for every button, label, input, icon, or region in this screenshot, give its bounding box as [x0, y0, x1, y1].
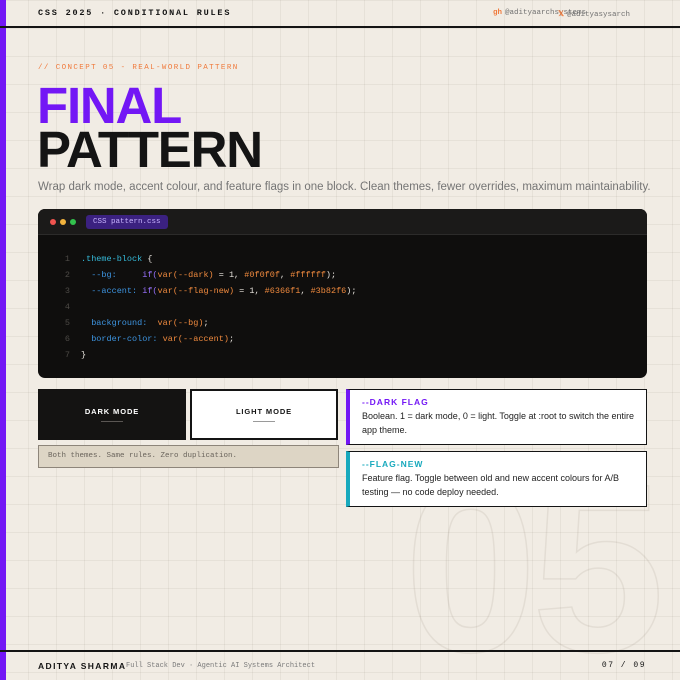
x-handle[interactable]: 𝕏 @adityasysarch [558, 9, 630, 19]
themes-note: Both themes. Same rules. Zero duplicatio… [38, 445, 339, 468]
code-line: 1 .theme-block { [38, 251, 647, 267]
code-token: , [279, 270, 291, 280]
line-code: background: var(--bg); [81, 315, 209, 331]
dark-mode-preview: DARK MODE [38, 389, 186, 440]
code-token: var(--accent) [162, 334, 229, 344]
line-code: --accent: if(var(--flag-new) = 1, #6366f… [81, 283, 357, 299]
code-window: CSS pattern.css 1 .theme-block {2 --bg: i… [38, 209, 647, 378]
code-line: 6 border-color: var(--accent); [38, 331, 647, 347]
line-code: } [81, 347, 86, 363]
code-token: background: [81, 318, 148, 328]
line-number: 5 [64, 318, 70, 328]
line-number: 3 [64, 286, 70, 296]
code-titlebar: CSS pattern.css [38, 209, 647, 235]
code-token: = 1, [234, 286, 265, 296]
code-token: #3b82f6 [310, 286, 347, 296]
line-number: 4 [64, 302, 70, 312]
code-body: 1 .theme-block {2 --bg: if(var(--dark) = … [38, 235, 647, 363]
x-handle-text: @adityasysarch [567, 11, 631, 19]
code-line: 3 --accent: if(var(--flag-new) = 1, #636… [38, 283, 647, 299]
light-mode-divider [253, 421, 275, 422]
page-indicator: 07 / 09 [601, 661, 646, 670]
code-token: ); [346, 286, 357, 296]
light-mode-preview: LIGHT MODE [190, 389, 338, 440]
code-token: #6366f1 [264, 286, 301, 296]
dark-mode-divider [101, 421, 123, 422]
code-token: { [142, 254, 153, 264]
line-number: 6 [64, 334, 70, 344]
dark-flag-card: --DARK FLAG Boolean. 1 = dark mode, 0 = … [346, 389, 647, 445]
github-icon: gh [493, 9, 503, 17]
code-token: #0f0f0f [244, 270, 280, 280]
title-main: PATTERN [37, 121, 263, 178]
code-line: 5 background: var(--bg); [38, 315, 647, 331]
code-token: var(--dark) [157, 270, 214, 280]
maximize-dot-icon [70, 219, 76, 225]
header-title: CSS 2025 · CONDITIONAL RULES [38, 8, 232, 18]
author-name: ADITYA SHARMA [38, 661, 127, 671]
line-code: border-color: var(--accent); [81, 331, 234, 347]
line-number: 2 [64, 270, 70, 280]
code-token: = 1, [213, 270, 245, 280]
flag-new-description: Feature flag. Toggle between old and new… [362, 473, 619, 497]
left-accent-bar [0, 0, 6, 680]
top-header: CSS 2025 · CONDITIONAL RULES gh @adityaar… [0, 0, 680, 28]
author-role: Full Stack Dev · Agentic AI Systems Arch… [126, 662, 316, 670]
concept-eyebrow: // CONCEPT 05 - REAL-WORLD PATTERN [38, 64, 239, 72]
code-token: var(--bg) [157, 318, 204, 328]
line-number: 1 [64, 254, 70, 264]
page-subtitle: Wrap dark mode, accent colour, and featu… [38, 181, 651, 193]
dark-flag-description: Boolean. 1 = dark mode, 0 = light. Toggl… [362, 411, 634, 435]
dark-mode-label: DARK MODE [84, 407, 140, 416]
line-code: .theme-block { [81, 251, 152, 267]
code-token: , [300, 286, 311, 296]
line-code: --bg: if(var(--dark) = 1, #0f0f0f, #ffff… [81, 267, 336, 283]
minimize-dot-icon [60, 219, 66, 225]
code-token: border-color: [81, 334, 158, 344]
footer: ADITYA SHARMA Full Stack Dev · Agentic A… [0, 650, 680, 680]
file-tab[interactable]: CSS pattern.css [86, 215, 168, 229]
flag-new-title: --FLAG-NEW [362, 459, 424, 469]
code-token: --bg: [81, 270, 117, 280]
light-mode-label: LIGHT MODE [235, 407, 293, 416]
dark-flag-title: --DARK FLAG [362, 397, 429, 407]
close-dot-icon [50, 219, 56, 225]
code-line: 4 [38, 299, 647, 315]
line-number: 7 [64, 350, 70, 360]
code-token: } [81, 350, 87, 360]
code-line: 2 --bg: if(var(--dark) = 1, #0f0f0f, #ff… [38, 267, 647, 283]
code-token: .theme-block [81, 254, 143, 264]
flag-new-card: --FLAG-NEW Feature flag. Toggle between … [346, 451, 647, 507]
code-line: 7} [38, 347, 647, 363]
code-token: --accent: [81, 286, 138, 296]
code-token: ; [228, 334, 235, 344]
code-token: ); [325, 270, 337, 280]
code-token: ; [203, 318, 209, 328]
code-token: var(--flag-new) [157, 286, 235, 296]
code-token: #ffffff [290, 270, 326, 280]
code-token: if( [142, 286, 158, 296]
x-icon: 𝕏 [558, 11, 565, 19]
code-token: if( [142, 270, 158, 280]
